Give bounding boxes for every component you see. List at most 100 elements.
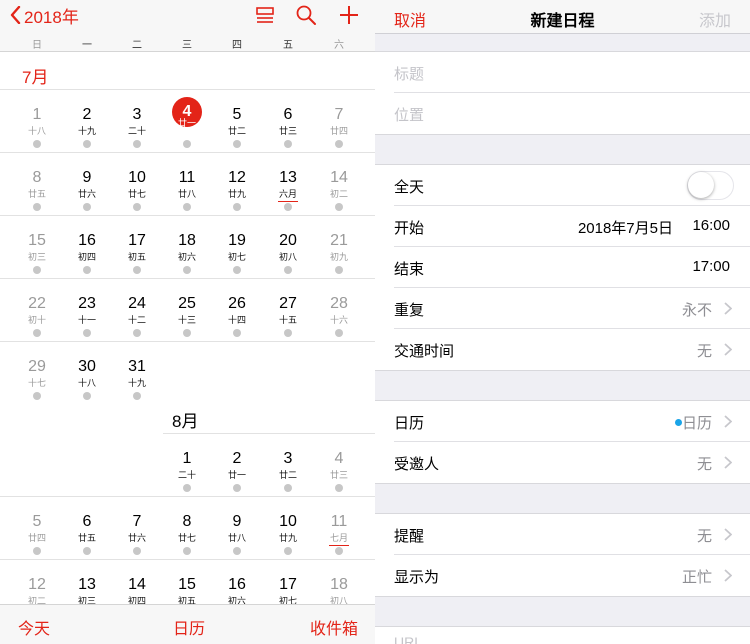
inbox-tab[interactable]: 收件箱 bbox=[310, 615, 358, 639]
day-number: 20 bbox=[279, 232, 297, 249]
calendar-day[interactable]: 9 廿六 bbox=[63, 169, 111, 229]
calendar-day[interactable]: 8 廿七 bbox=[163, 513, 211, 573]
calendar-day[interactable]: 11 廿八 bbox=[163, 169, 211, 229]
calendar-day[interactable]: 5 廿四 bbox=[13, 513, 61, 573]
ends-label: 结束 bbox=[394, 261, 425, 278]
calendar-day[interactable]: 19 初七 bbox=[213, 232, 261, 292]
day-number: 10 bbox=[128, 169, 146, 186]
calendar-color-dot bbox=[675, 419, 682, 426]
back-year-button[interactable]: 2018年 bbox=[10, 4, 79, 27]
calendar-day[interactable]: 17 初五 bbox=[113, 232, 161, 292]
add-button[interactable]: 添加 bbox=[699, 7, 731, 31]
calendar-day[interactable]: 26 十四 bbox=[213, 295, 261, 355]
lunar-date: 十七 bbox=[27, 378, 46, 388]
list-view-icon[interactable] bbox=[254, 4, 276, 26]
travel-time-row[interactable]: 交通时间 无 bbox=[394, 329, 750, 370]
show-as-label: 显示为 bbox=[394, 569, 440, 586]
calendar-day[interactable]: 6 廿三 bbox=[264, 106, 312, 166]
calendar-day[interactable]: 22 初十 bbox=[13, 295, 61, 355]
lunar-date: 廿六 bbox=[127, 533, 146, 543]
calendar-day[interactable]: 25 十三 bbox=[163, 295, 211, 355]
calendar-day[interactable]: 4 廿一 bbox=[163, 97, 211, 166]
calendar-day[interactable]: 14 初二 bbox=[315, 169, 363, 229]
calendar-day[interactable]: 6 廿五 bbox=[63, 513, 111, 573]
calendar-day[interactable]: 9 廿八 bbox=[213, 513, 261, 573]
day-number: 15 bbox=[178, 576, 196, 593]
calendar-day[interactable]: 7 廿四 bbox=[315, 106, 363, 166]
calendar-day[interactable]: 15 初三 bbox=[13, 232, 61, 292]
url-placeholder[interactable]: URL bbox=[394, 634, 422, 644]
calendar-day[interactable]: 27 十五 bbox=[264, 295, 312, 355]
calendar-day[interactable]: 10 廿七 bbox=[113, 169, 161, 229]
calendars-tab[interactable]: 日历 bbox=[173, 615, 205, 639]
day-number: 1 bbox=[182, 450, 192, 467]
event-dot bbox=[183, 329, 191, 337]
day-number: 6 bbox=[283, 106, 293, 123]
day-number: 28 bbox=[330, 295, 348, 312]
calendar-day[interactable]: 3 二十 bbox=[113, 106, 161, 166]
title-field[interactable]: 标题 bbox=[394, 52, 750, 93]
calendar-day[interactable]: 8 廿五 bbox=[13, 169, 61, 229]
invitees-row[interactable]: 受邀人 无 bbox=[394, 442, 750, 483]
calendar-day[interactable]: 16 初四 bbox=[63, 232, 111, 292]
calendar-day[interactable]: 28 十六 bbox=[315, 295, 363, 355]
calendar-day[interactable]: 11 七月 bbox=[315, 513, 363, 573]
calendar-row[interactable]: 日历 日历 bbox=[394, 401, 750, 442]
calendar-day[interactable]: 13 六月 bbox=[264, 169, 312, 229]
calendar-day[interactable]: 20 初八 bbox=[264, 232, 312, 292]
event-dot bbox=[284, 547, 292, 555]
add-event-icon[interactable] bbox=[338, 4, 360, 26]
event-dot bbox=[284, 484, 292, 492]
lunar-date: 廿八 bbox=[227, 533, 246, 543]
event-dot bbox=[33, 266, 41, 274]
day-number: 9 bbox=[82, 169, 92, 186]
calendar-day[interactable]: 3 廿二 bbox=[264, 450, 312, 510]
lunar-date: 廿三 bbox=[278, 126, 297, 136]
calendar-day[interactable]: 31 十九 bbox=[113, 358, 161, 418]
location-field[interactable]: 位置 bbox=[394, 93, 750, 134]
event-dot bbox=[183, 203, 191, 211]
event-dot bbox=[133, 266, 141, 274]
day-number: 23 bbox=[78, 295, 96, 312]
repeat-row[interactable]: 重复 永不 bbox=[394, 288, 750, 329]
week-divider bbox=[0, 152, 375, 153]
calendar-day[interactable]: 23 十一 bbox=[63, 295, 111, 355]
calendar-day[interactable]: 24 十二 bbox=[113, 295, 161, 355]
calendar-day[interactable]: 1 二十 bbox=[163, 450, 211, 510]
event-dot bbox=[233, 140, 241, 148]
calendar-day[interactable]: 1 十八 bbox=[13, 106, 61, 166]
search-icon[interactable] bbox=[295, 4, 317, 26]
today-tab[interactable]: 今天 bbox=[18, 615, 50, 639]
event-dot bbox=[335, 140, 343, 148]
repeat-value: 永不 bbox=[681, 302, 712, 319]
calendar-day[interactable]: 5 廿二 bbox=[213, 106, 261, 166]
week-divider bbox=[0, 559, 375, 560]
calendar-day[interactable]: 7 廿六 bbox=[113, 513, 161, 573]
travel-time-label: 交通时间 bbox=[394, 343, 455, 360]
weekday-sat: 六 bbox=[334, 40, 344, 51]
ends-row[interactable]: 结束 17:00 bbox=[394, 247, 750, 288]
calendar-day[interactable]: 2 十九 bbox=[63, 106, 111, 166]
show-as-value: 正忙 bbox=[681, 569, 712, 586]
starts-row[interactable]: 开始 2018年7月5日 16:00 bbox=[394, 206, 750, 247]
show-as-row[interactable]: 显示为 正忙 bbox=[394, 555, 750, 596]
day-number: 7 bbox=[334, 106, 344, 123]
weekday-mon: 一 bbox=[82, 40, 92, 51]
event-dot bbox=[33, 329, 41, 337]
event-dot bbox=[83, 329, 91, 337]
calendar-day[interactable]: 18 初六 bbox=[163, 232, 211, 292]
calendar-day[interactable]: 29 十七 bbox=[13, 358, 61, 418]
all-day-toggle[interactable] bbox=[687, 171, 734, 200]
calendar-day[interactable]: 2 廿一 bbox=[213, 450, 261, 510]
lunar-date: 初六 bbox=[177, 252, 196, 262]
calendar-day[interactable]: 10 廿九 bbox=[264, 513, 312, 573]
calendar-day[interactable]: 21 初九 bbox=[315, 232, 363, 292]
calendar-day[interactable]: 30 十八 bbox=[63, 358, 111, 418]
alert-row[interactable]: 提醒 无 bbox=[394, 514, 750, 555]
calendar-day[interactable]: 4 廿三 bbox=[315, 450, 363, 510]
calendar-day[interactable]: 12 廿九 bbox=[213, 169, 261, 229]
starts-date: 2018年7月5日 bbox=[577, 220, 673, 237]
lunar-date: 廿五 bbox=[27, 189, 46, 199]
event-dot bbox=[335, 547, 343, 555]
day-number: 17 bbox=[279, 576, 297, 593]
